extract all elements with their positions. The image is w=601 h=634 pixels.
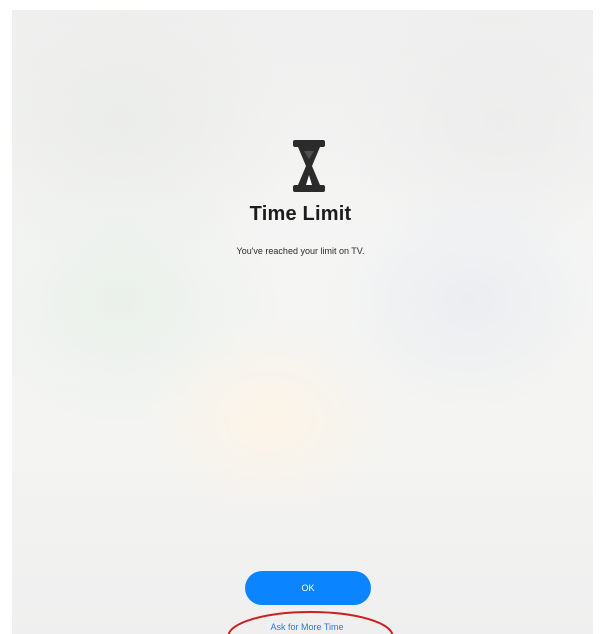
left-margin	[0, 0, 12, 634]
hourglass-icon	[293, 140, 325, 192]
top-margin	[0, 0, 601, 10]
right-margin	[593, 0, 601, 634]
time-limit-message: You've reached your limit on TV.	[236, 246, 365, 256]
ok-button[interactable]: OK	[245, 571, 371, 605]
ask-for-more-time-link[interactable]: Ask for More Time	[0, 622, 601, 632]
page-title: Time Limit	[249, 203, 352, 225]
screen-time-limit-screen: Time Limit You've reached your limit on …	[0, 0, 601, 634]
